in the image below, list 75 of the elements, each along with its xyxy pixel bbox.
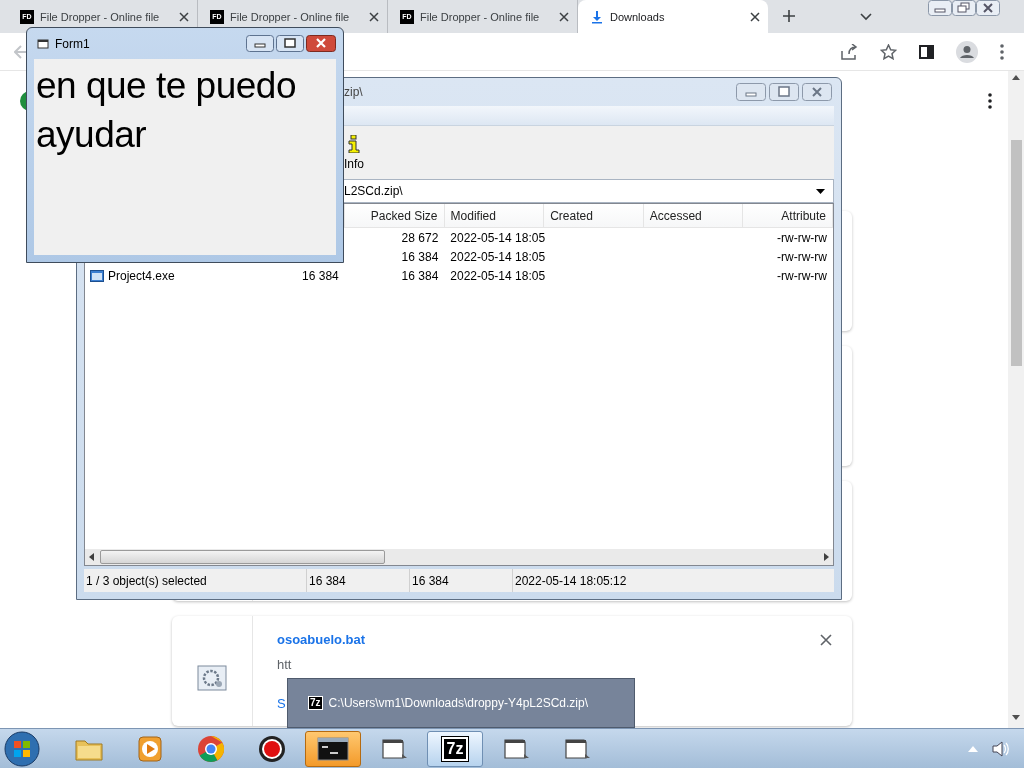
column-header[interactable]: Created [550,208,593,223]
horizontal-scrollbar[interactable] [85,549,833,565]
page-scrollbar[interactable] [1008,71,1024,728]
table-cell: 16 384 [302,268,339,283]
status-text: 16 384 [309,573,346,588]
executable-icon [90,269,104,282]
close-icon[interactable] [559,11,569,22]
restore-icon[interactable] [952,0,976,16]
tooltip-text: C:\Users\vm1\Downloads\droppy-Y4pL2SCd.zip\ [328,696,588,710]
minimize-icon[interactable] [246,35,274,52]
new-tab-icon[interactable] [782,9,796,23]
scroll-thumb[interactable] [1010,140,1022,366]
minimize-icon[interactable] [928,0,952,16]
file-url: htt [277,657,292,672]
window-icon [380,736,408,761]
taskbar-button[interactable]: 7z [427,730,483,767]
remove-icon[interactable] [820,633,832,646]
close-icon[interactable] [976,0,1000,16]
star-icon[interactable] [880,43,897,60]
window-icon [37,38,49,49]
scroll-up-icon[interactable] [1012,75,1020,80]
column-header[interactable]: Modified [450,208,496,223]
scroll-down-icon[interactable] [1012,715,1020,720]
archiver-logo: 7z [308,696,323,710]
status-text: 1 / 3 object(s) selected [86,573,207,588]
close-icon[interactable] [179,11,189,22]
media-player-icon [136,734,164,763]
info-icon [348,134,360,153]
scroll-right-icon[interactable] [824,553,829,561]
table-cell: -rw-rw-rw [777,230,827,245]
table-cell: -rw-rw-rw [777,268,827,283]
record-icon [258,734,286,763]
window-title: Form1 [55,36,90,51]
table-cell: 2022-05-14 18:05 [450,268,546,283]
close-icon[interactable] [306,35,336,52]
chevron-down-icon[interactable] [860,13,872,21]
status-text: 2022-05-14 18:05:12 [515,573,627,588]
maximize-icon[interactable] [276,35,304,52]
menu-icon[interactable] [1000,43,1004,60]
close-icon[interactable] [369,11,379,22]
show-in-folder-link[interactable]: S [277,696,286,711]
table-cell: 2022-05-14 18:05 [450,249,546,264]
table-cell: Project4.exe [108,268,175,283]
share-icon[interactable] [840,43,858,60]
browser-icon [197,734,225,763]
profile-avatar-icon[interactable] [956,40,978,63]
file-settings-icon [197,665,227,691]
close-icon[interactable] [750,11,760,22]
file-name-link[interactable]: osoabuelo.bat [277,632,366,647]
form-label: en que te puedo ayudar [36,64,297,157]
taskbar-button[interactable] [305,730,361,767]
window-icon [502,736,530,761]
table-cell: 16 384 [401,249,439,264]
window-title: zip\ [344,85,363,99]
browser-tab[interactable]: Downloads [578,0,768,33]
side-panel-icon[interactable] [919,44,934,59]
download-icon [590,9,604,24]
volume-icon[interactable] [992,740,1010,757]
start-button[interactable] [4,730,40,767]
table-cell: 2022-05-14 18:05 [450,230,546,245]
window-icon [563,736,591,761]
console-icon [317,736,349,761]
maximize-icon[interactable] [769,83,799,101]
dropdown-icon[interactable] [816,188,825,194]
scroll-left-icon[interactable] [89,553,94,561]
more-icon[interactable] [988,93,992,109]
column-header[interactable]: Accessed [649,208,702,223]
table-cell: -rw-rw-rw [777,249,827,264]
column-header[interactable]: Packed Size [370,208,438,223]
column-header[interactable]: Attribute [781,208,826,223]
table-cell: 16 384 [401,268,439,283]
info-button[interactable]: Info [344,134,364,171]
table-cell: 28 672 [401,230,439,245]
scroll-thumb[interactable] [100,550,385,564]
status-text: 16 384 [412,573,449,588]
